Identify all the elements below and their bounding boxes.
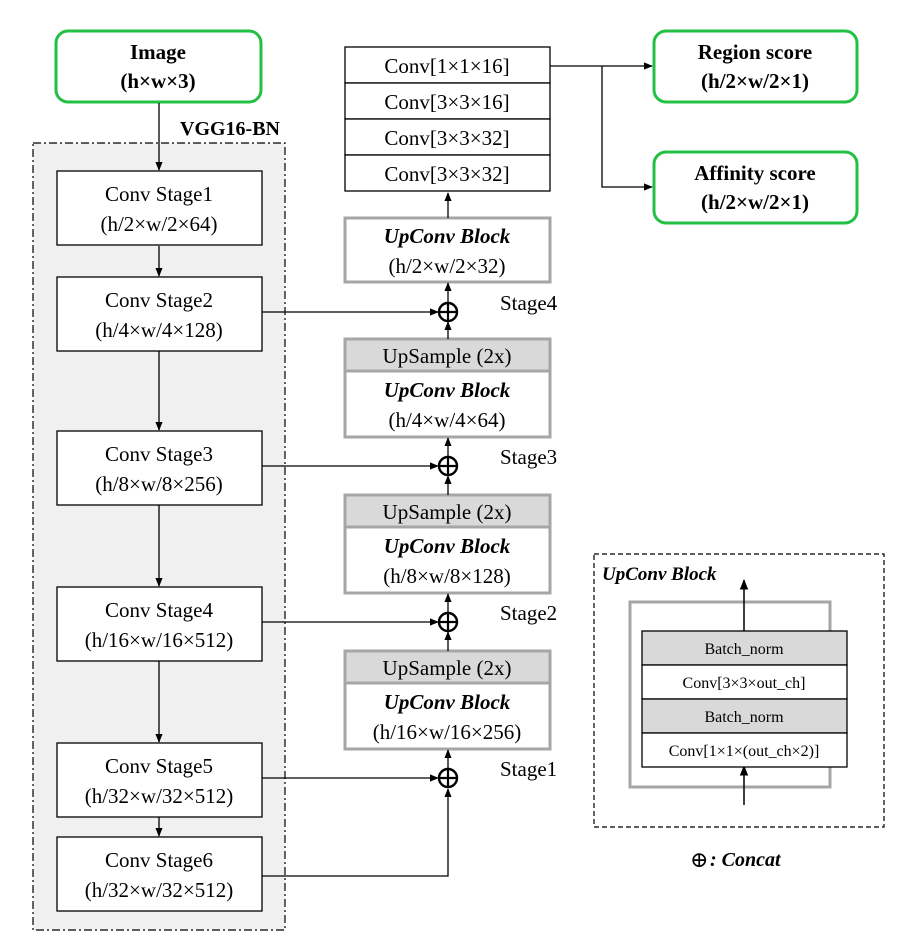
decoder-block-stage4: UpConv Block (h/2×w/2×32) [343, 216, 552, 284]
concat-icon [437, 611, 459, 633]
arrow-affinity [601, 66, 653, 191]
concat-icon [437, 455, 459, 477]
input-shape: (h×w×3) [120, 69, 195, 93]
affinity-shape: (h/2×w/2×1) [701, 190, 809, 214]
stage-label: Stage3 [500, 445, 557, 469]
upconv-legend: UpConv Block Batch_norm Conv[3×3×out_ch] B… [593, 553, 885, 828]
stage-name: Conv Stage5 [105, 754, 213, 778]
upconv-block-label: UpConv Block [384, 690, 511, 714]
upsample-label: UpSample (2x) [383, 500, 512, 524]
head-conv-label: Conv[1×1×16] [384, 54, 509, 78]
backbone-stage-6: Conv Stage6 (h/32×w/32×512) [56, 836, 263, 912]
upconv-shape: (h/8×w/8×128) [383, 564, 511, 588]
backbone-stage-5: Conv Stage5 (h/32×w/32×512) [56, 742, 263, 818]
concat-label: : Concat [710, 849, 782, 871]
legend-title: UpConv Block [602, 564, 717, 585]
craft-architecture-diagram: VGG16-BN Image (h×w×3) Conv Stage1 (h/2×w… [32, 29, 885, 931]
stage-name: Conv Stage1 [105, 182, 213, 206]
head-conv-layer: Conv[3×3×32] [344, 154, 551, 192]
head-conv-layer: Conv[3×3×16] [344, 82, 551, 120]
stage-shape: (h/16×w/16×512) [85, 628, 234, 652]
input-node: Image (h×w×3) [54, 29, 263, 104]
legend-layer-label: Batch_norm [704, 641, 784, 658]
upconv-block-label: UpConv Block [384, 378, 511, 402]
output-affinity-score: Affinity score (h/2×w/2×1) [652, 150, 859, 225]
upconv-shape: (h/16×w/16×256) [373, 720, 522, 744]
upsample-label: UpSample (2x) [383, 344, 512, 368]
head-conv-layer: Conv[1×1×16] [344, 46, 551, 84]
stage-shape: (h/32×w/32×512) [85, 878, 234, 902]
backbone-stage-2: Conv Stage2 (h/4×w/4×128) [56, 276, 263, 352]
affinity-title: Affinity score [694, 161, 816, 185]
upconv-block-label: UpConv Block [384, 534, 511, 558]
skip-stage6 [262, 788, 452, 877]
concat-icon [437, 767, 459, 789]
concat-icon [437, 301, 459, 323]
upconv-block-label: UpConv Block [384, 224, 511, 248]
legend-layer: Batch_norm [641, 698, 848, 734]
stage-label: Stage1 [500, 757, 557, 781]
decoder-block-stage1: UpSample (2x) UpConv Block (h/16×w/16×256) [343, 649, 552, 751]
legend-layer-label: Batch_norm [704, 709, 784, 726]
head-conv-label: Conv[3×3×16] [384, 90, 509, 114]
output-region-score: Region score (h/2×w/2×1) [652, 29, 859, 104]
upsample-label: UpSample (2x) [383, 656, 512, 680]
backbone-stage-1: Conv Stage1 (h/2×w/2×64) [56, 170, 263, 246]
stage-label: Stage4 [500, 291, 558, 315]
region-title: Region score [698, 40, 813, 64]
legend-layer-label: Conv[3×3×out_ch] [683, 675, 806, 692]
input-title: Image [130, 40, 186, 64]
backbone-stage-4: Conv Stage4 (h/16×w/16×512) [56, 586, 263, 662]
stage-shape: (h/8×w/8×256) [95, 472, 223, 496]
stage-name: Conv Stage6 [105, 848, 213, 872]
decoder-block-stage3: UpSample (2x) UpConv Block (h/4×w/4×64) [343, 337, 552, 439]
stage-name: Conv Stage2 [105, 288, 213, 312]
stage-shape: (h/32×w/32×512) [85, 784, 234, 808]
upconv-shape: (h/4×w/4×64) [388, 408, 505, 432]
concat-legend: ⊕ : Concat [690, 847, 782, 872]
upconv-shape: (h/2×w/2×32) [388, 254, 505, 278]
stage-label: Stage2 [500, 601, 557, 625]
stage-name: Conv Stage3 [105, 442, 213, 466]
backbone-stage-3: Conv Stage3 (h/8×w/8×256) [56, 430, 263, 506]
head-conv-label: Conv[3×3×32] [384, 126, 509, 150]
stage-name: Conv Stage4 [105, 598, 213, 622]
head-conv-layer: Conv[3×3×32] [344, 118, 551, 156]
head-conv-label: Conv[3×3×32] [384, 162, 509, 186]
decoder-block-stage2: UpSample (2x) UpConv Block (h/8×w/8×128) [343, 493, 552, 595]
legend-layer: Conv[3×3×out_ch] [641, 664, 848, 700]
backbone-label: VGG16-BN [180, 118, 281, 140]
stage-shape: (h/2×w/2×64) [100, 212, 217, 236]
region-shape: (h/2×w/2×1) [701, 69, 809, 93]
concat-symbol-icon: ⊕ [690, 847, 708, 872]
stage-shape: (h/4×w/4×128) [95, 318, 223, 342]
legend-layer-label: Conv[1×1×(out_ch×2)] [669, 743, 820, 760]
legend-layer: Conv[1×1×(out_ch×2)] [641, 732, 848, 768]
legend-layer: Batch_norm [641, 630, 848, 666]
